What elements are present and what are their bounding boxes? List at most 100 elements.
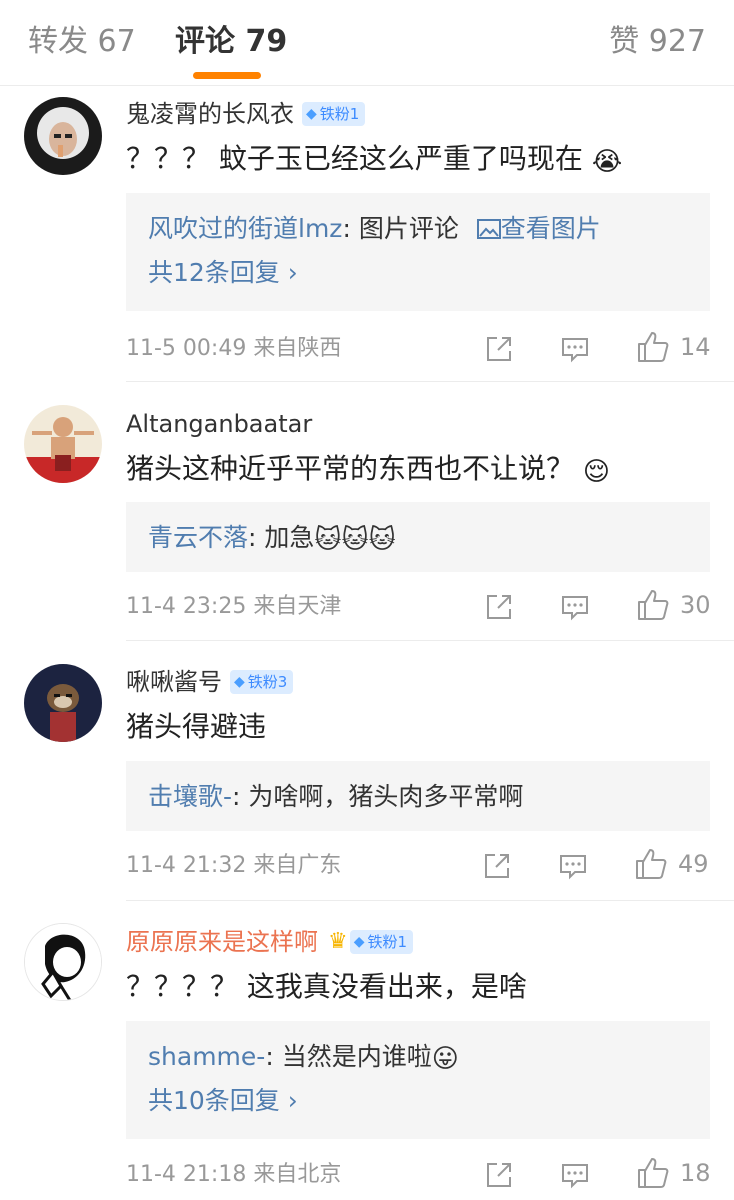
like-count: 14 <box>680 333 711 361</box>
divider <box>126 640 734 641</box>
fan-badge-label: 铁粉1 <box>319 105 360 123</box>
like-button[interactable]: 14 <box>636 330 711 364</box>
username-row: 原原原来是这样啊 ♛ ◆ 铁粉1 <box>126 925 414 959</box>
like-button[interactable]: 30 <box>636 588 711 622</box>
reply-text: 当然是内谁啦 <box>281 1042 432 1071</box>
reply-separator: : <box>265 1042 282 1071</box>
tab-reposts[interactable]: 转发 67 <box>28 22 136 62</box>
avatar[interactable] <box>24 405 102 483</box>
diamond-icon: ◆ <box>306 106 317 122</box>
thumbs-up-icon <box>638 1158 669 1188</box>
comment-icon <box>560 855 586 880</box>
comment-text-body: 猪头得避违 <box>126 710 267 743</box>
reply-text: 加急 <box>264 523 315 552</box>
relieved-emoji: 😌 <box>582 457 611 487</box>
like-button[interactable]: 18 <box>636 1156 711 1190</box>
active-tab-indicator <box>193 72 261 79</box>
reply-text: 为啥啊，猪头肉多平常啊 <box>248 782 524 811</box>
share-icon <box>487 1163 511 1187</box>
comment-meta: 11-5 00:49 来自陕西 <box>126 334 341 364</box>
comment-text: ？？？ 蚊子玉已经这么严重了吗现在 😭 <box>126 140 622 178</box>
comment-icon <box>562 338 588 363</box>
comment-text-body: 猪头这种近乎平常的东西也不让说？ <box>126 452 575 485</box>
share-button[interactable] <box>482 849 512 883</box>
avatar[interactable] <box>24 97 102 175</box>
fan-badge: ◆ 铁粉1 <box>302 102 366 126</box>
picture-icon <box>476 219 501 239</box>
location: 来自广东 <box>253 853 342 878</box>
like-button[interactable]: 49 <box>634 847 709 881</box>
avatar[interactable] <box>24 664 102 742</box>
comment-button[interactable] <box>558 849 588 883</box>
share-button[interactable] <box>484 332 514 366</box>
tab-comments[interactable]: 评论 79 <box>175 22 287 62</box>
divider <box>126 900 734 901</box>
more-replies-link[interactable]: 共12条回复 › <box>148 253 688 293</box>
username[interactable]: 啾啾酱号 <box>126 665 222 699</box>
share-icon <box>485 854 509 878</box>
thumbs-up-icon <box>638 332 669 362</box>
tab-likes[interactable]: 赞 927 <box>609 22 706 62</box>
location: 来自天津 <box>253 594 342 619</box>
reply-author[interactable]: 击壤歌- <box>148 782 232 811</box>
share-button[interactable] <box>484 590 514 624</box>
comment-meta: 11-4 23:25 来自天津 <box>126 592 341 622</box>
comment-button[interactable] <box>560 1158 590 1192</box>
username[interactable]: 原原原来是这样啊 <box>126 925 318 959</box>
thumbs-up-icon <box>636 849 667 879</box>
thumbs-up-icon <box>638 590 669 620</box>
username-row: 啾啾酱号 ◆ 铁粉3 <box>126 665 294 699</box>
fan-badge: ◆ 铁粉3 <box>230 670 294 694</box>
username-row: 鬼凌霄的长风衣 ◆ 铁粉1 <box>126 97 366 131</box>
divider <box>126 381 734 382</box>
location: 来自北京 <box>253 1162 342 1187</box>
comment-meta: 11-4 21:32 来自广东 <box>126 851 341 881</box>
crown-icon: ♛ <box>328 929 348 954</box>
reply-separator: : <box>232 782 249 811</box>
username-row: Altanganbaatar <box>126 407 312 441</box>
timestamp: 11-4 23:25 <box>126 594 247 619</box>
location: 来自陕西 <box>253 336 342 361</box>
username[interactable]: Altanganbaatar <box>126 407 312 441</box>
crying-emoji: 😭 <box>591 147 623 177</box>
comment-meta: 11-4 21:18 来自北京 <box>126 1160 341 1190</box>
reply-separator: : <box>248 523 265 552</box>
fan-badge-label: 铁粉3 <box>247 673 288 691</box>
reply-preview[interactable]: 风吹过的街道lmz: 图片评论 查看图片 共12条回复 › <box>126 193 710 311</box>
comment-text: 猪头这种近乎平常的东西也不让说？ 😌 <box>126 450 610 488</box>
reply-preview[interactable]: 青云不落: 加急🐱🐱🐱 <box>126 502 710 572</box>
reply-text: 图片评论 <box>358 214 459 243</box>
reply-preview[interactable]: 击壤歌-: 为啥啊，猪头肉多平常啊 <box>126 761 710 831</box>
diamond-icon: ◆ <box>353 934 365 950</box>
diamond-icon: ◆ <box>234 674 245 690</box>
timestamp: 11-4 21:32 <box>126 853 247 878</box>
reply-author[interactable]: 风吹过的街道lmz <box>148 214 342 243</box>
fan-badge: ◆ 铁粉1 <box>349 930 414 954</box>
view-picture-label: 查看图片 <box>500 214 601 243</box>
comment-button[interactable] <box>560 332 590 366</box>
username[interactable]: 鬼凌霄的长风衣 <box>126 97 294 131</box>
like-count: 49 <box>678 850 709 878</box>
avatar[interactable] <box>24 923 102 1001</box>
reply-author[interactable]: shamme- <box>148 1042 265 1071</box>
comment-icon <box>562 1164 588 1189</box>
fan-badge-label: 铁粉1 <box>367 933 408 951</box>
timestamp: 11-4 21:18 <box>126 1162 247 1187</box>
comment-text-body: ？？？ 蚊子玉已经这么严重了吗现在 <box>126 142 583 175</box>
reply-separator: : <box>342 214 359 243</box>
like-count: 18 <box>680 1159 711 1187</box>
share-icon <box>487 337 511 361</box>
view-picture-link[interactable]: 查看图片 <box>467 214 601 243</box>
share-button[interactable] <box>484 1158 514 1192</box>
cat-emoji: 🐱🐱🐱 <box>314 525 396 555</box>
more-replies-link[interactable]: 共10条回复 › <box>148 1081 688 1121</box>
comment-icon <box>562 596 588 621</box>
comment-button[interactable] <box>560 590 590 624</box>
reply-author[interactable]: 青云不落 <box>148 523 248 552</box>
tongue-emoji: 😛 <box>431 1044 459 1074</box>
comment-text: 猪头得避违 <box>126 708 266 746</box>
reply-preview[interactable]: shamme-: 当然是内谁啦😛 共10条回复 › <box>126 1021 710 1139</box>
share-icon <box>487 595 511 619</box>
tab-bar: 转发 67 评论 79 赞 927 <box>0 0 734 86</box>
like-count: 30 <box>680 591 711 619</box>
